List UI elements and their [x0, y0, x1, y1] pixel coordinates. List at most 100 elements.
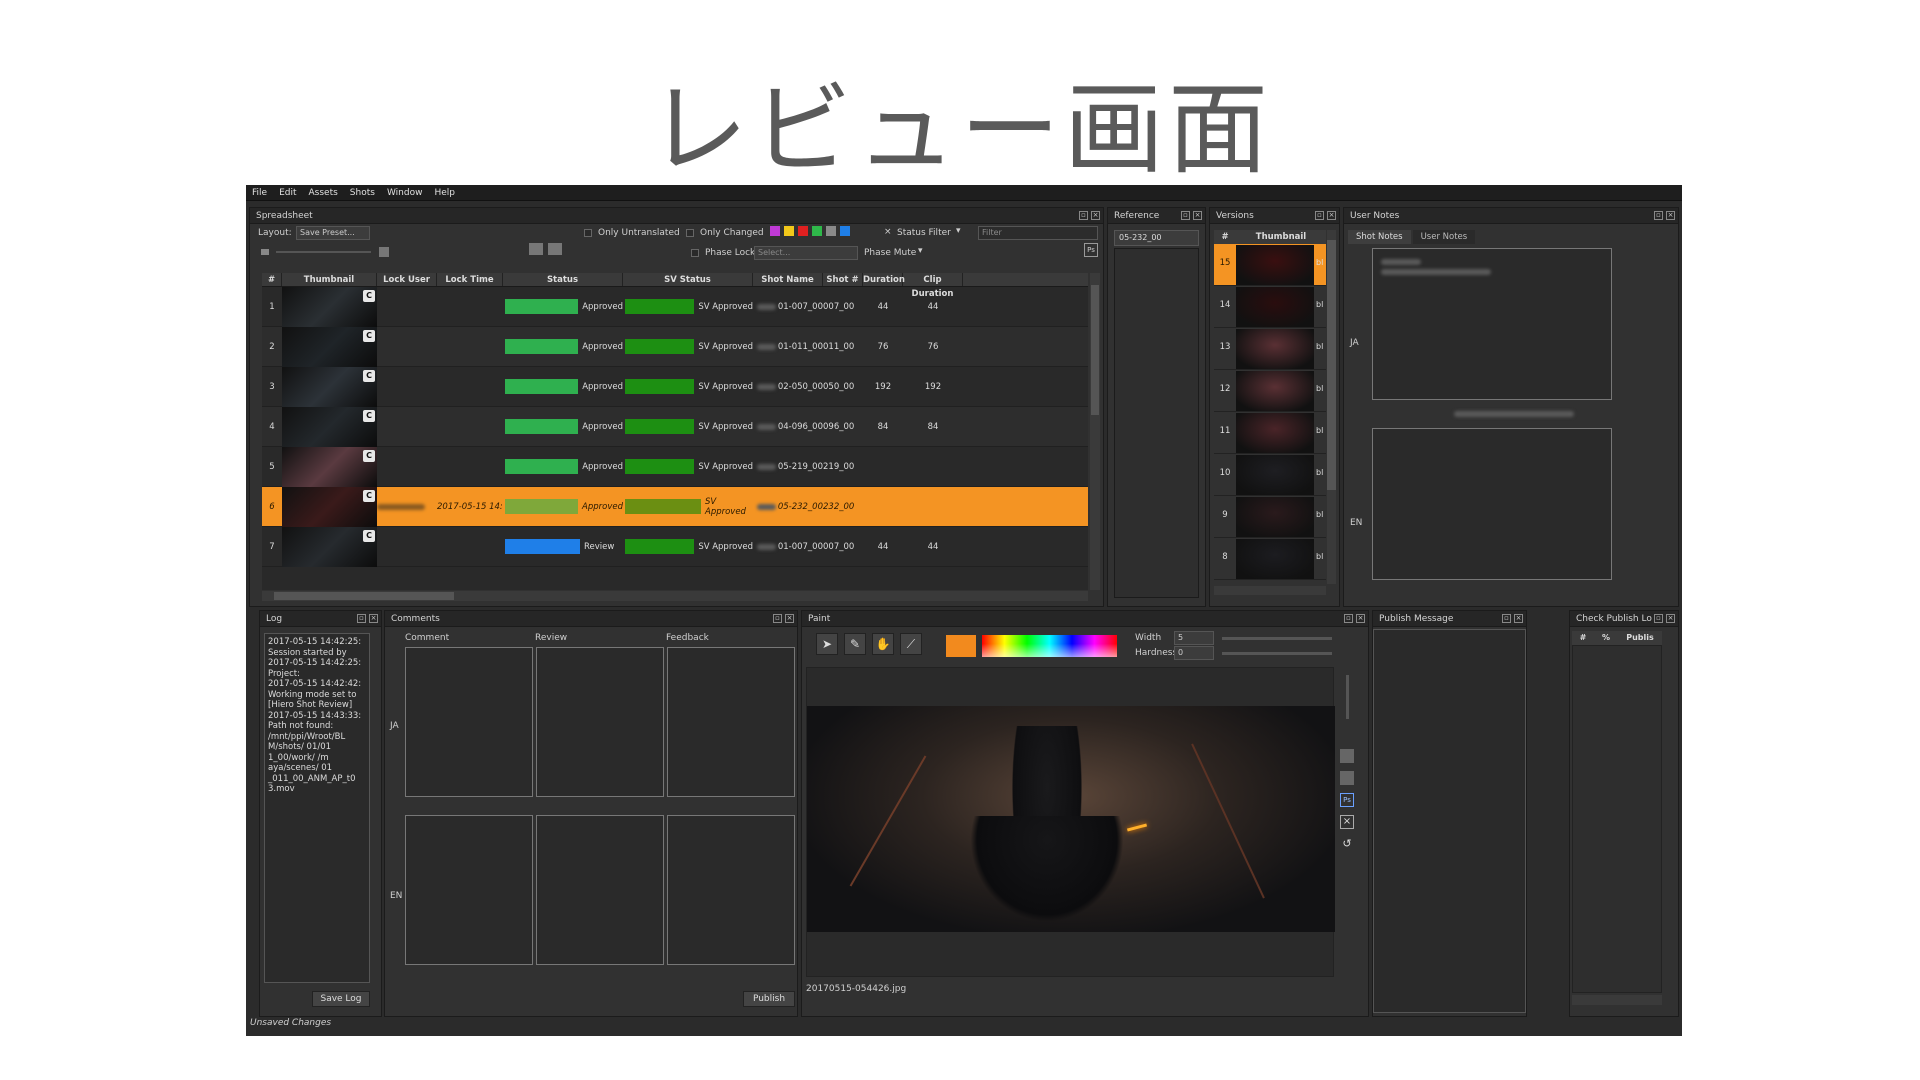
- clear-x-icon[interactable]: ×: [1340, 815, 1354, 829]
- float-icon[interactable]: ▫: [1079, 211, 1088, 220]
- close-icon[interactable]: ×: [1327, 211, 1336, 220]
- photoshop-icon[interactable]: Ps: [1340, 793, 1354, 807]
- publish-button[interactable]: Publish: [743, 991, 795, 1007]
- version-item[interactable]: 11 bl: [1214, 412, 1326, 454]
- color-spectrum-picker[interactable]: [982, 635, 1117, 657]
- table-row[interactable]: 3 C Approved SV Approved 02-050_00 050_00 192 1…: [262, 367, 1088, 407]
- close-icon[interactable]: ×: [369, 614, 378, 623]
- phase-select-dropdown[interactable]: Select...: [754, 246, 858, 260]
- column-header-9[interactable]: Clip Duration: [903, 273, 963, 299]
- en-comment-field[interactable]: [405, 815, 533, 965]
- version-item[interactable]: 12 bl: [1214, 370, 1326, 412]
- only-untranslated-checkbox[interactable]: [584, 229, 592, 237]
- hand-icon[interactable]: ✋: [872, 633, 894, 655]
- clear-filter-icon[interactable]: ×: [884, 227, 892, 237]
- version-item[interactable]: 14 bl: [1214, 286, 1326, 328]
- color-swatch-4[interactable]: [826, 226, 836, 236]
- float-icon[interactable]: ▫: [1344, 614, 1353, 623]
- zoom-slider[interactable]: [1342, 667, 1352, 727]
- reference-item[interactable]: 05-232_00: [1114, 230, 1199, 246]
- column-header-1[interactable]: Thumbnail: [282, 273, 377, 286]
- float-icon[interactable]: ▫: [1502, 614, 1511, 623]
- save-log-button[interactable]: Save Log: [312, 991, 370, 1007]
- float-icon[interactable]: ▫: [1315, 211, 1324, 220]
- column-header-7[interactable]: Shot #: [823, 273, 863, 286]
- column-header-4[interactable]: Status: [503, 273, 623, 286]
- version-item[interactable]: 13 bl: [1214, 328, 1326, 370]
- en-note-field[interactable]: [1372, 428, 1612, 580]
- horizontal-scrollbar[interactable]: [262, 591, 1088, 601]
- filter-input[interactable]: Filter: [978, 226, 1098, 240]
- thumbnail-toggle-icon[interactable]: [379, 247, 389, 257]
- versions-scrollbar[interactable]: [1327, 230, 1336, 584]
- comment-badge-icon[interactable]: C: [363, 490, 375, 502]
- comment-badge-icon[interactable]: C: [363, 370, 375, 382]
- eyedropper-icon[interactable]: ⟋: [900, 633, 922, 655]
- hardness-spinbox[interactable]: 0: [1174, 646, 1214, 660]
- close-icon[interactable]: ×: [1666, 614, 1675, 623]
- column-header-0[interactable]: #: [262, 273, 282, 286]
- width-spinbox[interactable]: 5: [1174, 631, 1214, 645]
- version-item[interactable]: 9 bl: [1214, 496, 1326, 538]
- close-icon[interactable]: ×: [1356, 614, 1365, 623]
- publish-message-field[interactable]: [1373, 629, 1526, 1013]
- table-row[interactable]: 7 C Review SV Approved 01-007_00 007_00 44 44: [262, 527, 1088, 567]
- comment-badge-icon[interactable]: C: [363, 330, 375, 342]
- menu-window[interactable]: Window: [387, 188, 423, 198]
- ja-note-field[interactable]: [1372, 248, 1612, 400]
- menu-edit[interactable]: Edit: [279, 188, 296, 198]
- photoshop-icon[interactable]: Ps: [1084, 243, 1098, 257]
- close-icon[interactable]: ×: [1666, 211, 1675, 220]
- table-row[interactable]: 2 C Approved SV Approved 01-011_00 011_00 76 76: [262, 327, 1088, 367]
- versions-hscrollbar[interactable]: [1214, 586, 1326, 595]
- folder-icon[interactable]: [529, 243, 543, 255]
- column-header-5[interactable]: SV Status: [623, 273, 753, 286]
- column-header-6[interactable]: Shot Name: [753, 273, 823, 286]
- column-header-8[interactable]: Duration: [863, 273, 905, 286]
- float-icon[interactable]: ▫: [773, 614, 782, 623]
- table-row[interactable]: 6 C 2017-05-15 14:45:14ApprovedSV Approved…: [262, 487, 1088, 527]
- vertical-scrollbar[interactable]: [1090, 273, 1100, 590]
- close-icon[interactable]: ×: [1091, 211, 1100, 220]
- version-item[interactable]: 10 bl: [1214, 454, 1326, 496]
- chevron-down-icon[interactable]: ▾: [918, 246, 923, 256]
- close-icon[interactable]: ×: [785, 614, 794, 623]
- column-header-3[interactable]: Lock Time: [437, 273, 503, 286]
- column-header-2[interactable]: Lock User: [377, 273, 437, 286]
- folder-open-icon[interactable]: [548, 243, 562, 255]
- undo-icon[interactable]: ↺: [1340, 837, 1354, 851]
- current-color-swatch[interactable]: [946, 635, 976, 657]
- width-slider[interactable]: [1222, 637, 1332, 640]
- float-icon[interactable]: ▫: [1654, 211, 1663, 220]
- menu-assets[interactable]: Assets: [309, 188, 338, 198]
- en-review-field[interactable]: [536, 815, 664, 965]
- status-filter-label[interactable]: Status Filter: [897, 228, 951, 238]
- load-image-icon[interactable]: [1340, 749, 1354, 763]
- save-image-icon[interactable]: [1340, 771, 1354, 785]
- color-swatch-2[interactable]: [798, 226, 808, 236]
- color-swatch-3[interactable]: [812, 226, 822, 236]
- tab-shot-notes[interactable]: Shot Notes: [1348, 230, 1411, 244]
- phase-mute-label[interactable]: Phase Mute: [864, 248, 916, 258]
- select-arrow-icon[interactable]: ➤: [816, 633, 838, 655]
- table-row[interactable]: 4 C Approved SV Approved 04-096_00 096_00 84 84: [262, 407, 1088, 447]
- close-icon[interactable]: ×: [1193, 211, 1202, 220]
- menu-help[interactable]: Help: [434, 188, 455, 198]
- comment-badge-icon[interactable]: C: [363, 290, 375, 302]
- ja-comment-field[interactable]: [405, 647, 533, 797]
- version-item[interactable]: 8 bl: [1214, 538, 1326, 580]
- menu-file[interactable]: File: [252, 188, 267, 198]
- brush-icon[interactable]: ✎: [844, 633, 866, 655]
- version-item[interactable]: 15 bl: [1214, 244, 1326, 286]
- tab-user-notes[interactable]: User Notes: [1412, 230, 1476, 244]
- menu-shots[interactable]: Shots: [350, 188, 375, 198]
- hardness-slider[interactable]: [1222, 652, 1332, 655]
- chevron-down-icon[interactable]: ▾: [956, 226, 961, 236]
- en-feedback-field[interactable]: [667, 815, 795, 965]
- float-icon[interactable]: ▫: [1654, 614, 1663, 623]
- float-icon[interactable]: ▫: [1181, 211, 1190, 220]
- paint-canvas-area[interactable]: [806, 667, 1335, 977]
- ja-feedback-field[interactable]: [667, 647, 795, 797]
- only-changed-checkbox[interactable]: [686, 229, 694, 237]
- color-swatch-0[interactable]: [770, 226, 780, 236]
